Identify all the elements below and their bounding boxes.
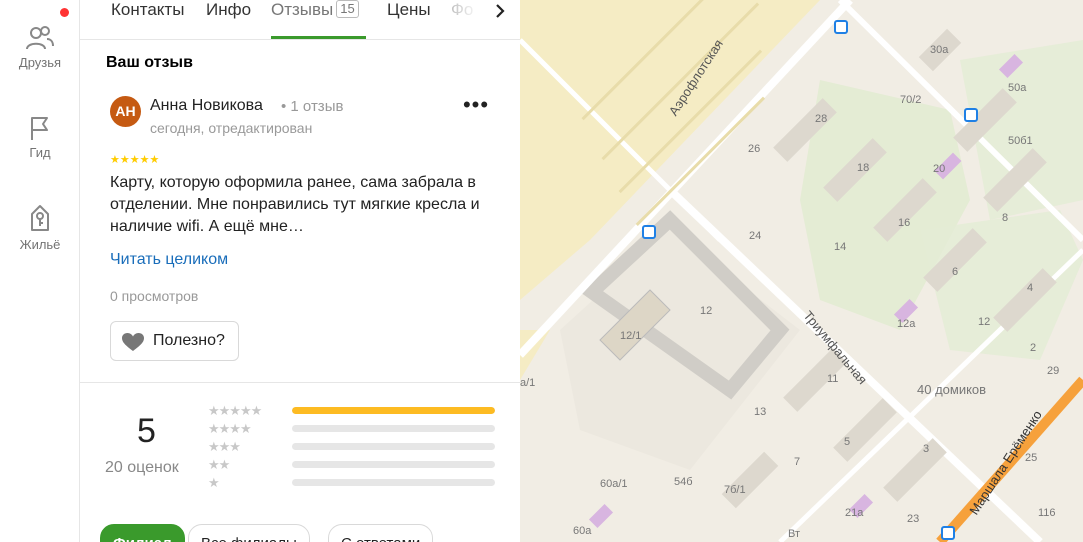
map-label: 7	[794, 456, 801, 468]
map-label: 13	[754, 406, 767, 418]
distribution-stars: ★★	[208, 457, 230, 472]
tabs-next-button[interactable]	[485, 0, 515, 36]
map-label: 11	[827, 373, 839, 385]
house-icon	[31, 205, 49, 231]
map-label: 20	[933, 163, 946, 175]
review-date: сегодня, отредактирован	[150, 120, 313, 136]
distribution-fill	[292, 407, 495, 414]
tab-info[interactable]: Инфо	[206, 0, 251, 20]
map-view[interactable]: Аэрофлотская Триумфальная Маршала Ерёмен…	[520, 0, 1083, 542]
map-label: 30а	[930, 44, 949, 56]
map-label: 50б1	[1008, 135, 1033, 147]
nav-item-label: Друзья	[18, 55, 62, 70]
tab-bar: Контакты Инфо Отзывы15 Цены Фо	[80, 0, 520, 40]
filter-chip-with-replies[interactable]: С ответами	[328, 524, 434, 542]
chevron-right-icon	[496, 4, 505, 18]
distribution-bar	[292, 461, 495, 468]
distribution-stars: ★★★★	[208, 421, 252, 436]
friends-icon	[26, 26, 54, 50]
bus-stop-icon[interactable]	[941, 526, 955, 540]
distribution-bar	[292, 407, 495, 414]
map-label: 60а	[573, 525, 592, 537]
nav-item-friends[interactable]: Друзья	[0, 24, 80, 70]
nav-item-label: Гид	[29, 145, 51, 160]
tab-prices[interactable]: Цены	[387, 0, 431, 20]
map-label: 14	[834, 241, 847, 253]
map-label: 60а/1	[600, 478, 628, 490]
tab-label: Отзывы	[271, 0, 334, 19]
map-label: 25	[1025, 452, 1038, 464]
map-label: 54б	[674, 476, 693, 488]
map-label: 24	[749, 230, 762, 242]
bus-stop-icon[interactable]	[834, 20, 848, 34]
rating-score: 5	[137, 412, 156, 450]
flag-icon	[31, 117, 48, 140]
author-name[interactable]: Анна Новикова	[150, 97, 263, 115]
map-label: 26	[748, 143, 761, 155]
map-label: 12а	[897, 318, 916, 330]
map-label: 12	[978, 316, 991, 328]
views-count: 0 просмотров	[110, 288, 199, 304]
reviews-count-badge: 15	[336, 0, 359, 18]
map-label: 8	[1002, 212, 1009, 224]
tab-contacts[interactable]: Контакты	[111, 0, 184, 20]
map-label: 70/2	[900, 94, 922, 106]
left-nav-rail: Друзья Гид Жильё	[0, 0, 80, 542]
avatar[interactable]: АН	[110, 96, 141, 127]
read-more-link[interactable]: Читать целиком	[110, 251, 228, 269]
map-label: 5	[844, 436, 851, 448]
map-label: 7б/1	[724, 484, 746, 496]
map-label: Вт	[788, 528, 801, 540]
nav-item-guide[interactable]: Гид	[0, 114, 80, 160]
map-label: 12	[700, 305, 713, 317]
map-label: 6	[952, 266, 959, 278]
tab-reviews[interactable]: Отзывы 15	[271, 0, 359, 20]
distribution-bar	[292, 425, 495, 432]
bus-stop-icon[interactable]	[964, 108, 978, 122]
map-label: 12/1	[620, 330, 642, 342]
heart-icon	[122, 333, 144, 351]
tab-fade	[440, 0, 490, 38]
map-label: 29	[1047, 365, 1060, 377]
map-label: 4	[1027, 282, 1034, 294]
notification-dot	[60, 8, 69, 17]
map-label: 116	[1038, 507, 1056, 519]
your-review-title: Ваш отзыв	[106, 54, 193, 71]
distribution-bar	[292, 479, 495, 486]
useful-label: Полезно?	[153, 332, 225, 349]
nav-item-housing[interactable]: Жильё	[0, 202, 80, 252]
review-stars: ★★★★★	[110, 154, 160, 166]
filter-chip-all-branches[interactable]: Все филиалы	[188, 524, 310, 542]
distribution-stars: ★	[208, 475, 220, 490]
more-options-button[interactable]: •••	[462, 94, 490, 124]
org-card-panel: Контакты Инфо Отзывы15 Цены Фо Ваш отзыв…	[80, 0, 520, 542]
map-label: а/1	[520, 377, 536, 389]
distribution-stars: ★★★★★	[208, 403, 262, 418]
useful-button[interactable]: Полезно?	[110, 321, 239, 361]
more-icon: •••	[462, 92, 490, 117]
map-label: 21а	[845, 507, 864, 519]
author-review-count: • 1 отзыв	[281, 98, 344, 115]
map-label: 18	[857, 162, 870, 174]
map-label: 3	[923, 443, 930, 455]
map-label: 28	[815, 113, 828, 125]
bus-stop-icon[interactable]	[642, 225, 656, 239]
distribution-bar	[292, 443, 495, 450]
divider	[80, 382, 520, 383]
rating-count: 20 оценок	[105, 459, 179, 476]
map-label: 2	[1030, 342, 1037, 354]
map-label: 23	[907, 513, 920, 525]
distribution-stars: ★★★	[208, 439, 241, 454]
active-tab-underline	[271, 36, 366, 39]
map-label: 50а	[1008, 82, 1027, 94]
nav-item-label: Жильё	[19, 237, 61, 252]
map-label: 40 домиков	[917, 382, 987, 397]
review-text: Карту, которую оформила ранее, сама забр…	[110, 174, 480, 235]
filter-chip-branch[interactable]: Филиал	[100, 524, 185, 542]
map-label: 16	[898, 217, 911, 229]
